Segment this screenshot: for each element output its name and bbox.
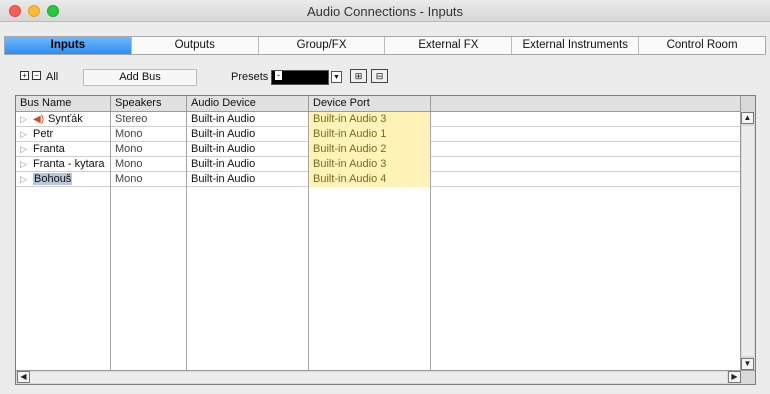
speakers-cell[interactable]: Mono bbox=[111, 127, 186, 142]
presets-value: - bbox=[275, 70, 282, 80]
vertical-scrollbar[interactable]: ▲ ▼ bbox=[740, 96, 755, 370]
device-port-cell[interactable]: Built-in Audio 1 bbox=[309, 127, 430, 142]
speakers-cell[interactable]: Mono bbox=[111, 142, 186, 157]
all-label: All bbox=[46, 71, 59, 83]
scroll-down-icon[interactable]: ▼ bbox=[741, 358, 754, 370]
window-title: Audio Connections - Inputs bbox=[306, 4, 464, 19]
audio-device-cell[interactable]: Built-in Audio bbox=[187, 142, 308, 157]
bus-name: Franta - kytara bbox=[33, 158, 105, 170]
device-port-cell[interactable]: Built-in Audio 3 bbox=[309, 157, 430, 172]
expand-triangle-icon[interactable]: ▷ bbox=[20, 172, 30, 186]
audio-device-cell[interactable]: Built-in Audio bbox=[187, 157, 308, 172]
audio-device-cell[interactable]: Built-in Audio bbox=[187, 172, 308, 187]
table-row[interactable]: ▷ Franta - kytara Mono Built-in Audio Bui… bbox=[16, 157, 741, 172]
bus-name-cell[interactable]: ▷ Bohouš bbox=[16, 172, 110, 187]
expand-triangle-icon[interactable]: ▷ bbox=[20, 127, 30, 141]
table-row[interactable]: ▷ Bohouš Mono Built-in Audio Built-in Aud… bbox=[16, 172, 741, 187]
expand-triangle-icon[interactable]: ▷ bbox=[20, 142, 30, 156]
tab-outputs[interactable]: Outputs bbox=[132, 37, 259, 54]
column-divider bbox=[186, 112, 187, 370]
speaker-icon: ◀) bbox=[33, 114, 45, 125]
column-header-device-port[interactable]: Device Port bbox=[309, 96, 431, 112]
tab-external-fx[interactable]: External FX bbox=[385, 37, 513, 54]
device-port-cell[interactable]: Built-in Audio 2 bbox=[309, 142, 430, 157]
tab-bar: Inputs Outputs Group/FX External FX Exte… bbox=[4, 36, 766, 55]
column-header-bus-name[interactable]: Bus Name bbox=[16, 96, 111, 112]
expand-triangle-icon[interactable]: ▷ bbox=[20, 157, 30, 171]
bus-name-cell[interactable]: ▷ ◀) Synťák bbox=[16, 112, 110, 127]
expand-all-icon[interactable]: + bbox=[20, 71, 29, 80]
chevron-down-icon[interactable]: ▼ bbox=[331, 71, 342, 83]
collapse-all-icon[interactable]: − bbox=[32, 71, 41, 80]
add-bus-button[interactable]: Add Bus bbox=[83, 69, 197, 86]
tab-inputs[interactable]: Inputs bbox=[5, 37, 132, 54]
speakers-cell[interactable]: Stereo bbox=[111, 112, 186, 127]
table-row[interactable]: ▷ Petr Mono Built-in Audio Built-in Audio… bbox=[16, 127, 741, 142]
tab-external-instruments[interactable]: External Instruments bbox=[512, 37, 640, 54]
column-header-speakers[interactable]: Speakers bbox=[111, 96, 187, 112]
presets-select[interactable]: - bbox=[271, 70, 329, 85]
scroll-right-icon[interactable]: ▶ bbox=[728, 371, 741, 383]
presets-label: Presets bbox=[231, 71, 269, 83]
bus-table: Bus Name Speakers Audio Device Device Po… bbox=[15, 95, 756, 385]
column-divider bbox=[430, 112, 431, 370]
tab-control-room[interactable]: Control Room bbox=[639, 37, 765, 54]
expand-triangle-icon[interactable]: ▷ bbox=[20, 112, 30, 126]
horizontal-scrollbar[interactable]: ◀ ▶ bbox=[16, 370, 755, 384]
device-port-cell[interactable]: Built-in Audio 3 bbox=[309, 112, 430, 127]
column-divider bbox=[110, 112, 111, 370]
speakers-cell[interactable]: Mono bbox=[111, 172, 186, 187]
tab-group-fx[interactable]: Group/FX bbox=[259, 37, 386, 54]
audio-device-cell[interactable]: Built-in Audio bbox=[187, 127, 308, 142]
column-header-audio-device[interactable]: Audio Device bbox=[187, 96, 309, 112]
bus-name: Synťák bbox=[48, 113, 83, 125]
bus-name: Petr bbox=[33, 128, 54, 140]
audio-device-cell[interactable]: Built-in Audio bbox=[187, 112, 308, 127]
table-header: Bus Name Speakers Audio Device Device Po… bbox=[16, 96, 741, 112]
speakers-cell[interactable]: Mono bbox=[111, 157, 186, 172]
column-divider bbox=[308, 112, 309, 370]
vertical-scroll-track[interactable] bbox=[742, 126, 754, 356]
bus-name-cell[interactable]: ▷ Franta bbox=[16, 142, 110, 157]
scroll-up-icon[interactable]: ▲ bbox=[741, 112, 754, 124]
bus-name-cell[interactable]: ▷ Franta - kytara bbox=[16, 157, 110, 172]
bus-name-cell[interactable]: ▷ Petr bbox=[16, 127, 110, 142]
bus-name: Franta bbox=[33, 143, 65, 155]
scroll-left-icon[interactable]: ◀ bbox=[17, 371, 30, 383]
table-row[interactable]: ▷ ◀) Synťák Stereo Built-in Audio Built-in… bbox=[16, 112, 741, 127]
table-row[interactable]: ▷ Franta Mono Built-in Audio Built-in Aud… bbox=[16, 142, 741, 157]
bus-name[interactable]: Bohouš bbox=[33, 173, 73, 185]
horizontal-scroll-track[interactable] bbox=[30, 372, 727, 383]
store-preset-icon[interactable]: ⊞ bbox=[350, 69, 367, 83]
remove-preset-icon[interactable]: ⊟ bbox=[371, 69, 388, 83]
title-bar: Audio Connections - Inputs bbox=[0, 0, 770, 22]
device-port-cell[interactable]: Built-in Audio 4 bbox=[309, 172, 430, 187]
